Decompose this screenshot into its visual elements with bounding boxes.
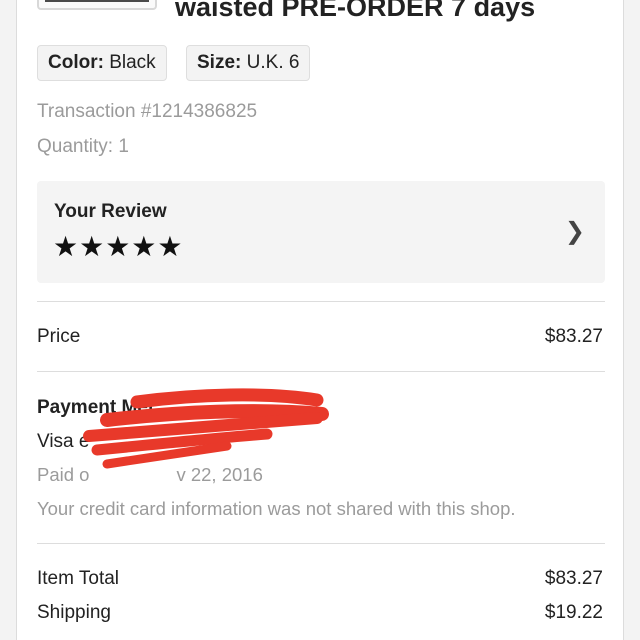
chevron-right-icon: ❯	[564, 218, 585, 245]
product-title: waisted PRE-ORDER 7 days	[175, 0, 536, 22]
your-review-button[interactable]: Your Review ★★★★★ ❯	[37, 181, 605, 283]
size-option-chip: Size: U.K. 6	[186, 45, 311, 81]
quantity-text: Quantity: 1	[37, 136, 129, 157]
transaction-number: Transaction #1214386825	[37, 101, 258, 122]
star-rating: ★★★★★	[53, 231, 184, 262]
order-detail-card: waisted PRE-ORDER 7 days Color: Black Si…	[16, 0, 624, 640]
shipping-value: $19.22	[544, 602, 603, 623]
item-total-label: Item Total	[37, 568, 120, 589]
price-value: $83.27	[544, 326, 603, 347]
divider	[37, 543, 605, 544]
item-total-value: $83.27	[544, 568, 603, 589]
price-label: Price	[37, 326, 81, 347]
review-title: Your Review	[54, 201, 167, 222]
size-option-label: Size:	[197, 52, 242, 73]
product-thumbnail-image	[45, 0, 149, 2]
divider	[37, 301, 605, 302]
color-option-label: Color:	[48, 52, 104, 73]
size-option-value: U.K. 6	[246, 52, 300, 73]
redaction-scribble	[83, 388, 329, 469]
color-option-value: Black	[109, 52, 156, 73]
card-privacy-note: Your credit card information was not sha…	[37, 498, 516, 519]
color-option-chip: Color: Black	[37, 45, 167, 81]
product-thumbnail[interactable]	[37, 0, 157, 10]
divider	[37, 371, 605, 372]
shipping-label: Shipping	[37, 602, 111, 623]
